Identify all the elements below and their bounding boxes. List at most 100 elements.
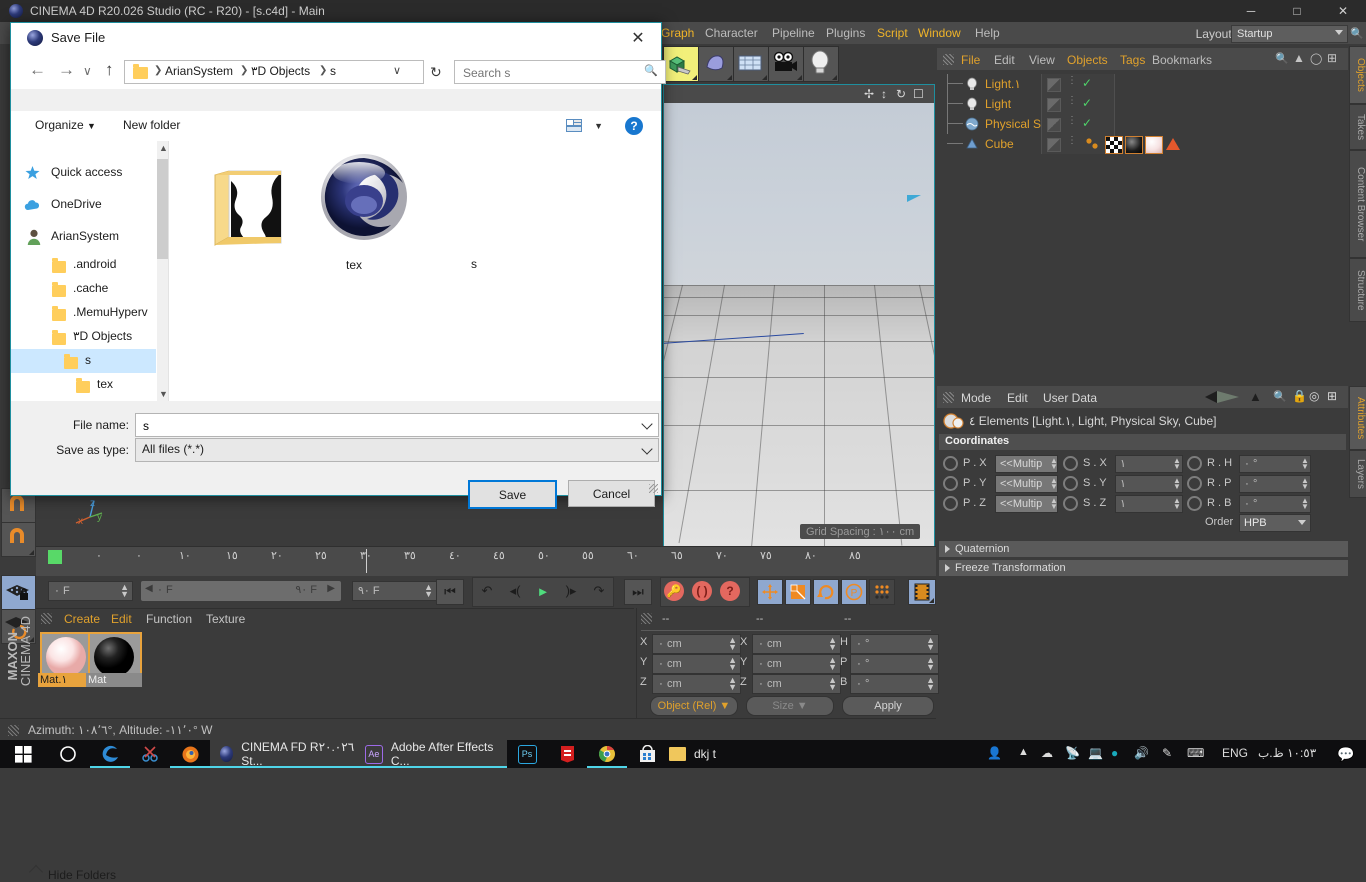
- tool-cube-icon[interactable]: [663, 46, 699, 82]
- left-tool-grid-lock-icon[interactable]: [1, 575, 36, 610]
- search-icon[interactable]: 🔍: [1273, 390, 1287, 403]
- maximize-button[interactable]: □: [1274, 0, 1320, 22]
- sidebar-item-ariansystem[interactable]: ArianSystem: [11, 225, 156, 249]
- left-tool-magnet2-icon[interactable]: [1, 522, 36, 557]
- go-to-start-button[interactable]: ⏮: [436, 579, 464, 605]
- taskbar-firefox[interactable]: [170, 740, 210, 768]
- up-arrow-icon[interactable]: ▲: [1293, 51, 1305, 65]
- pos-x-field[interactable]: <<Multip: [995, 455, 1058, 473]
- refresh-button[interactable]: ↻: [430, 64, 442, 81]
- scroll-down-icon[interactable]: ▼: [159, 389, 168, 399]
- order-select[interactable]: HPB: [1239, 514, 1311, 532]
- range-left-icon[interactable]: ◀: [145, 583, 153, 594]
- vtab-structure[interactable]: Structure: [1349, 258, 1366, 322]
- vtab-layers[interactable]: Layers: [1349, 450, 1366, 498]
- vtab-attributes[interactable]: Attributes: [1349, 386, 1366, 450]
- mat-menu-texture[interactable]: Texture: [206, 612, 245, 626]
- help-button[interactable]: ?: [625, 117, 643, 135]
- visibility-checkbox[interactable]: [1047, 78, 1061, 92]
- enabled-check-icon[interactable]: ✓: [1082, 116, 1092, 130]
- enabled-check-icon[interactable]: ✓: [1082, 96, 1092, 110]
- breadcrumb-bar[interactable]: ❯ ArianSystem ❯ ٣D Objects ❯ s ∨: [124, 60, 424, 84]
- search-box[interactable]: 🔍: [454, 60, 666, 84]
- hide-folders-button[interactable]: Hide Folders: [28, 864, 116, 882]
- move-tool-button[interactable]: [757, 579, 783, 605]
- tool-light-icon[interactable]: [803, 46, 839, 82]
- layout-select[interactable]: Startup: [1231, 25, 1348, 43]
- sidebar-item-android[interactable]: .android: [11, 253, 156, 277]
- rotate-axis-icon[interactable]: ↻: [896, 87, 906, 101]
- file-name-input-wrap[interactable]: [135, 413, 659, 437]
- chevron-down-icon[interactable]: [641, 418, 653, 430]
- people-icon[interactable]: 👤: [987, 746, 1002, 760]
- object-row-light-2[interactable]: Light ⋮ ✓: [937, 94, 1348, 114]
- timeline-playhead[interactable]: [366, 549, 367, 573]
- taskbar-photoshop[interactable]: Ps: [507, 740, 547, 768]
- sidebar-item-quick-access[interactable]: Quick access: [11, 161, 156, 185]
- network-off-icon[interactable]: 📡: [1065, 746, 1080, 760]
- start-button[interactable]: [0, 740, 46, 768]
- file-list[interactable]: tex s: [169, 141, 661, 401]
- coord-size-y-field[interactable]: ٠ cm ▲ ▼: [752, 654, 841, 674]
- rot-b-radio[interactable]: [1187, 496, 1202, 511]
- breadcrumb-ariansystem[interactable]: ArianSystem: [165, 64, 233, 78]
- sidebar-item-memuhyperv[interactable]: .MemuHyperv: [11, 301, 156, 325]
- record-key-button[interactable]: 🔑: [664, 581, 684, 601]
- cortana-button[interactable]: [46, 740, 90, 768]
- objects-menu-file[interactable]: File: [961, 53, 980, 67]
- tool-generator-icon[interactable]: [733, 46, 769, 82]
- spinner-icon[interactable]: ▲ ▼: [1173, 457, 1181, 471]
- attr-menu-edit[interactable]: Edit: [1007, 391, 1028, 405]
- breadcrumb-3d-objects[interactable]: ٣D Objects: [251, 64, 310, 78]
- spinner-icon[interactable]: ▲ ▼: [120, 583, 129, 599]
- object-row-light-1[interactable]: Light.١ ⋮ ✓: [937, 74, 1348, 134]
- volume-icon[interactable]: 🔊: [1134, 746, 1149, 760]
- file-item-s[interactable]: s: [309, 149, 477, 271]
- menu-pipeline[interactable]: Pipeline: [772, 26, 815, 40]
- coord-size-z-field[interactable]: ٠ cm ▲ ▼: [752, 674, 841, 694]
- menu-help[interactable]: Help: [975, 26, 1000, 40]
- keyboard-icon[interactable]: ⌨: [1187, 746, 1204, 760]
- cancel-button[interactable]: Cancel: [568, 480, 655, 507]
- tool-spline-icon[interactable]: [698, 46, 734, 82]
- taskbar-folder[interactable]: dkj t: [667, 740, 747, 768]
- notification-icon[interactable]: 💬: [1337, 746, 1354, 763]
- scroll-up-icon[interactable]: ▲: [159, 143, 168, 153]
- taskbar-snip[interactable]: [130, 740, 170, 768]
- coord-rot-b-field[interactable]: ٠ ° ▲ ▼: [850, 674, 939, 694]
- mat-menu-create[interactable]: Create: [64, 612, 100, 626]
- dots-tag[interactable]: [1085, 137, 1101, 151]
- forward-button[interactable]: →: [58, 60, 75, 80]
- target-icon[interactable]: ◎: [1309, 389, 1319, 403]
- coord-size-button[interactable]: Size ▼: [746, 696, 834, 716]
- objects-menu-bookmarks[interactable]: Bookmarks: [1152, 53, 1212, 67]
- menu-script[interactable]: Script: [877, 26, 908, 40]
- objects-menu-tags[interactable]: Tags: [1120, 53, 1145, 67]
- spinner-icon[interactable]: ▲ ▼: [1301, 497, 1309, 511]
- parametric-button[interactable]: P: [841, 579, 867, 605]
- attr-menu-mode[interactable]: Mode: [961, 391, 991, 405]
- object-row-cube[interactable]: Cube ⋮: [937, 134, 1348, 154]
- visibility-checkbox[interactable]: [1047, 138, 1061, 152]
- sidebar-item-tex[interactable]: tex: [11, 373, 156, 397]
- menu-graph[interactable]: Graph: [661, 26, 694, 40]
- back-button[interactable]: ←: [29, 60, 46, 80]
- end-frame-field[interactable]: ٩٠ F ▲ ▼: [352, 581, 437, 601]
- objects-menu-edit[interactable]: Edit: [994, 53, 1015, 67]
- resize-grip-icon[interactable]: [649, 484, 658, 493]
- autokey-button[interactable]: ( ): [692, 581, 712, 601]
- spinner-icon[interactable]: ▲ ▼: [1050, 497, 1058, 511]
- menu-character[interactable]: Character: [705, 26, 758, 40]
- spinner-icon[interactable]: ▲ ▼: [1050, 477, 1058, 491]
- triangle-tag[interactable]: [1165, 136, 1181, 152]
- file-name-input[interactable]: [141, 416, 625, 435]
- window-controls[interactable]: ─ □ ✕: [1228, 0, 1366, 22]
- dark-sphere-tag[interactable]: [1125, 136, 1143, 154]
- coord-pos-x-field[interactable]: ٠ cm ▲ ▼: [652, 634, 741, 654]
- time-range-slider[interactable]: ◀ ٠ F ٩٠ F ▶: [140, 580, 342, 602]
- new-folder-button[interactable]: New folder: [123, 118, 180, 132]
- sidebar-item-cache[interactable]: .cache: [11, 277, 156, 301]
- scale-y-radio[interactable]: [1063, 476, 1078, 491]
- taskbar-idm[interactable]: [547, 740, 587, 768]
- chevron-down-icon[interactable]: ▼: [594, 121, 603, 131]
